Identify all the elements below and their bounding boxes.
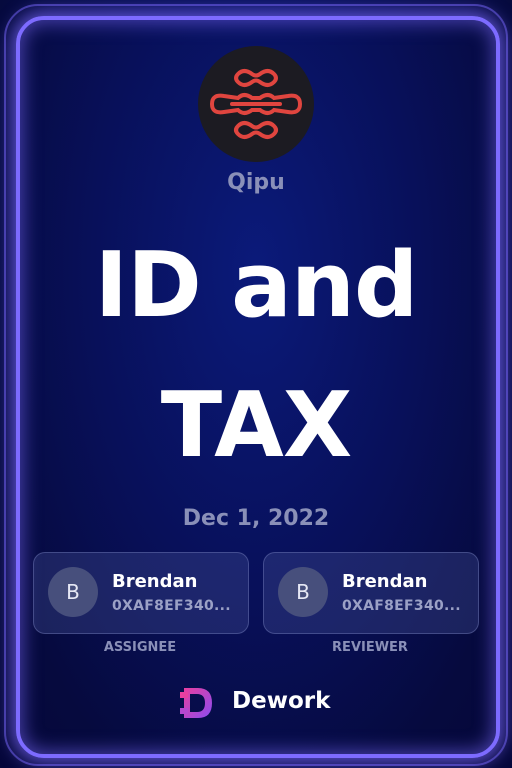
- org-logo: [198, 46, 314, 162]
- task-title-line-2: TAX: [160, 373, 352, 478]
- task-date: Dec 1, 2022: [182, 506, 330, 531]
- task-card: Qipu ID and TAX Dec 1, 2022 B Brendan 0X…: [0, 0, 512, 768]
- assignee-address: 0XAF8EF340...: [112, 598, 231, 614]
- qipu-knot-logo-icon: [209, 69, 303, 139]
- reviewer-avatar: B: [278, 567, 328, 617]
- reviewer-role-label: REVIEWER: [332, 640, 408, 655]
- dework-brand: Dework: [178, 684, 348, 722]
- dework-logo-icon: [180, 688, 212, 718]
- task-title-line-1: ID and: [94, 233, 419, 338]
- reviewer-address: 0XAF8EF340...: [342, 598, 461, 614]
- org-name: Qipu: [227, 170, 285, 195]
- reviewer-card[interactable]: B Brendan 0XAF8EF340...: [263, 552, 479, 634]
- assignee-role-label: ASSIGNEE: [103, 640, 177, 655]
- task-title: ID and TAX: [0, 216, 512, 496]
- reviewer-name: Brendan: [342, 571, 428, 592]
- assignee-avatar: B: [48, 567, 98, 617]
- assignee-name: Brendan: [112, 571, 198, 592]
- dework-brand-name: Dework: [232, 688, 331, 714]
- assignee-card[interactable]: B Brendan 0XAF8EF340...: [33, 552, 249, 634]
